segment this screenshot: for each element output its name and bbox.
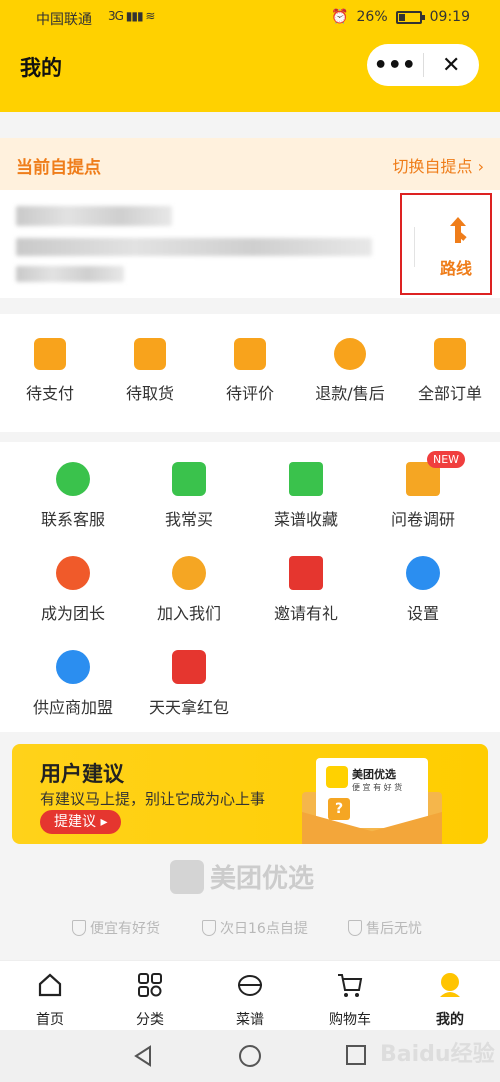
book-star-icon [289,462,323,496]
shield-icon [202,920,216,936]
profile-icon [440,973,460,997]
category-icon [138,973,162,997]
order-pending-review[interactable]: 待评价 [200,338,300,404]
carrier-label: 中国联通 [36,12,92,28]
banner-subtitle: 有建议马上提，别让它成为心上事 [40,790,266,808]
people-icon [172,556,206,590]
order-shortcuts: 待支付 待取货 待评价 退款/售后 全部订单 [0,314,500,432]
back-icon[interactable] [132,1044,154,1068]
new-badge: NEW [427,451,466,468]
tab-profile[interactable]: 我的 [400,971,500,1029]
switch-pickup-link[interactable]: 切换自提点 › [393,153,485,177]
alarm-icon: ⏰ [331,9,349,25]
suggest-button[interactable]: 提建议 ▸ [40,810,122,834]
mini-program-capsule: ••• ✕ [367,44,479,86]
brand-logo-icon [326,766,348,788]
order-pending-payment[interactable]: 待支付 [0,338,100,404]
pickup-label: 当前自提点 [16,158,101,178]
order-pending-pickup[interactable]: 待取货 [100,338,200,404]
tab-cart[interactable]: 购物车 [300,971,400,1029]
tool-survey[interactable]: 问卷调研 [364,462,482,530]
blurred-address [16,238,372,256]
tool-customer-service[interactable]: 联系客服 [14,462,132,530]
blurred-name [16,206,172,226]
close-button[interactable]: ✕ [423,44,479,86]
redpacket-icon [172,650,206,684]
handshake-icon [56,650,90,684]
shield-icon [72,920,86,936]
shield-icon [348,920,362,936]
tab-recipe[interactable]: 菜谱 [200,971,300,1029]
tool-join-us[interactable]: 加入我们 [130,556,248,624]
assurance-aftersale: 售后无忧 [348,918,422,938]
header-bar: 中国联通 3G ▮▮▮ ≋ ⏰ 26% 09:19 我的 ••• ✕ [0,0,500,112]
basket-icon [172,462,206,496]
tool-frequent-buy[interactable]: 我常买 [130,462,248,530]
banner-title: 用户建议 [40,762,124,786]
tab-category[interactable]: 分类 [100,971,200,1029]
wallet-icon [34,338,66,370]
signal-icon: 3G ▮▮▮ ≋ [108,9,155,23]
service-grid: 联系客服 我常买 菜谱收藏 问卷调研 成为团长 加入我们 邀请有礼 设置 供应商… [0,442,500,732]
clipboard-icon [434,338,466,370]
brand-footer: 美团优选 [170,858,314,895]
envelope-illustration: 美团优选 便 宜 有 好 货 ? [302,752,442,844]
tool-recipe-favorites[interactable]: 菜谱收藏 [247,462,365,530]
home-nav-icon[interactable] [238,1044,262,1068]
route-label: 路线 [440,259,473,278]
watermark: Baidu经验 [380,1042,495,1067]
assurance-pickup: 次日16点自提 [202,918,308,938]
route-button[interactable]: 路线 [400,193,492,295]
status-bar: 中国联通 3G ▮▮▮ ≋ ⏰ 26% 09:19 [0,0,500,36]
assurance-cheap: 便宜有好货 [72,918,160,938]
box-icon [134,338,166,370]
home-icon [38,973,62,997]
page-title: 我的 [20,56,62,80]
order-refund[interactable]: 退款/售后 [300,338,400,404]
coupon-icon [289,556,323,590]
bottom-tabbar: 首页 分类 菜谱 购物车 我的 [0,960,500,1030]
tool-become-leader[interactable]: 成为团长 [14,556,132,624]
blurred-address-line2 [16,266,124,282]
tab-home[interactable]: 首页 [0,971,100,1029]
pickup-header: 当前自提点 切换自提点 › [0,138,500,190]
tool-settings[interactable]: 设置 [364,556,482,624]
brand-bag-icon [170,859,204,894]
leader-icon [56,556,90,590]
route-icon [450,217,467,243]
clock: 09:19 [429,9,470,25]
tool-daily-redpacket[interactable]: 天天拿红包 [130,650,248,718]
recents-icon[interactable] [345,1044,367,1066]
battery-percent: 26% [356,9,388,25]
order-all[interactable]: 全部订单 [400,338,500,404]
comment-icon [234,338,266,370]
refund-icon [334,338,366,370]
cart-icon [338,974,363,997]
recipe-icon [237,975,263,996]
headset-icon [56,462,90,496]
tool-invite[interactable]: 邀请有礼 [247,556,365,624]
battery-icon [395,10,425,24]
more-button[interactable]: ••• [367,44,423,86]
suggestion-banner[interactable]: 用户建议 有建议马上提，别让它成为心上事 提建议 ▸ 美团优选 便 宜 有 好 … [12,744,488,844]
tool-supplier-join[interactable]: 供应商加盟 [14,650,132,718]
gear-icon [406,556,440,590]
